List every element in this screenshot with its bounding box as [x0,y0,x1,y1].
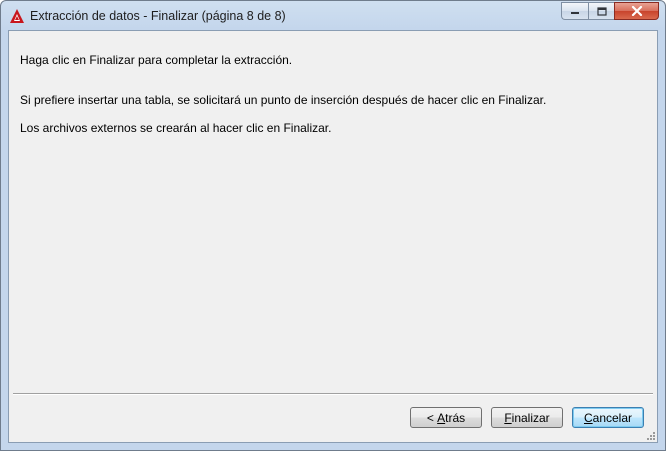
autocad-logo-icon [10,9,24,23]
minimize-button[interactable] [561,2,588,20]
message-table-insertion: Si prefiere insertar una tabla, se solic… [20,93,547,107]
minimize-icon [571,12,579,14]
maximize-icon [596,6,607,16]
back-button[interactable]: < Atrás [410,407,482,428]
cancel-button[interactable]: Cancelar [572,407,644,428]
dialog-window: Extracción de datos - Finalizar (página … [0,0,666,451]
window-title: Extracción de datos - Finalizar (página … [30,9,286,23]
maximize-button[interactable] [588,2,614,20]
message-external-files: Los archivos externos se crearán al hace… [20,121,332,135]
back-button-label: trás [445,410,466,425]
back-button-accel: A [437,410,446,425]
finish-button-label: inalizar [511,410,550,425]
finish-button[interactable]: Finalizar [491,407,563,428]
footer-separator [13,393,653,395]
title-bar[interactable]: Extracción de datos - Finalizar (página … [1,1,665,31]
caption-buttons [561,2,659,22]
dialog-content: Haga clic en Finalizar para completar la… [8,30,658,443]
cancel-button-accel: C [583,410,593,425]
resize-grip-icon[interactable] [646,431,656,441]
cancel-button-label: ancelar [592,410,633,425]
back-button-prefix: < [426,410,438,425]
message-complete: Haga clic en Finalizar para completar la… [20,53,293,67]
close-button[interactable] [614,2,659,20]
close-icon [631,6,642,16]
finish-button-accel: F [504,410,512,425]
